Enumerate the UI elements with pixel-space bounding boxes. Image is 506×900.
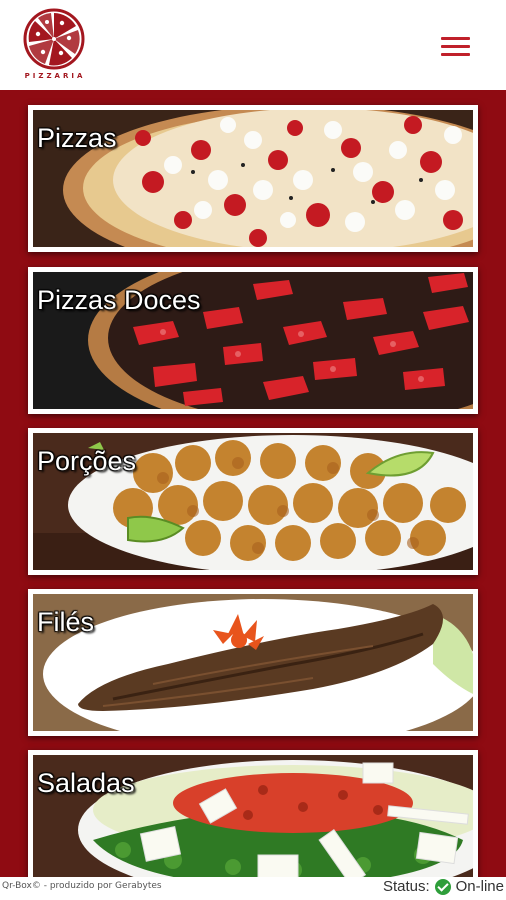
menu-bar-middle: [441, 45, 470, 48]
category-label: Pizzas Doces: [37, 285, 201, 315]
pizzaria-logo[interactable]: PIZZARIA: [14, 8, 96, 84]
hamburger-menu-button[interactable]: [436, 32, 476, 62]
steak-image: [33, 594, 473, 731]
category-card-pizzas[interactable]: Pizzas: [28, 105, 478, 252]
category-card-files[interactable]: Filés: [28, 589, 478, 736]
app-header: PIZZARIA: [0, 0, 506, 90]
credit-text: Qr-Box© - produzido por Gerabytes: [2, 881, 162, 891]
app-footer: Qr-Box© - produzido por Gerabytes Status…: [0, 877, 506, 900]
category-label: Filés: [37, 607, 95, 637]
category-label: Porções: [37, 446, 137, 476]
menu-bar-top: [441, 37, 470, 40]
pizza-logo-icon: [23, 8, 85, 70]
menu-bar-bottom: [441, 53, 470, 56]
connection-status: Status: On-line: [383, 878, 504, 895]
check-circle-icon: [434, 878, 451, 895]
category-list: Pizzas Pizzas Doces Porções Filés Salada…: [0, 90, 506, 877]
category-card-saladas[interactable]: Saladas: [28, 750, 478, 877]
category-card-pizzas-doces[interactable]: Pizzas Doces: [28, 267, 478, 414]
logo-text: PIZZARIA: [24, 72, 86, 80]
category-card-porcoes[interactable]: Porções: [28, 428, 478, 575]
status-label: Status:: [382, 878, 430, 895]
category-label: Saladas: [37, 768, 135, 798]
category-label: Pizzas: [37, 123, 117, 153]
status-value: On-line: [455, 878, 504, 895]
